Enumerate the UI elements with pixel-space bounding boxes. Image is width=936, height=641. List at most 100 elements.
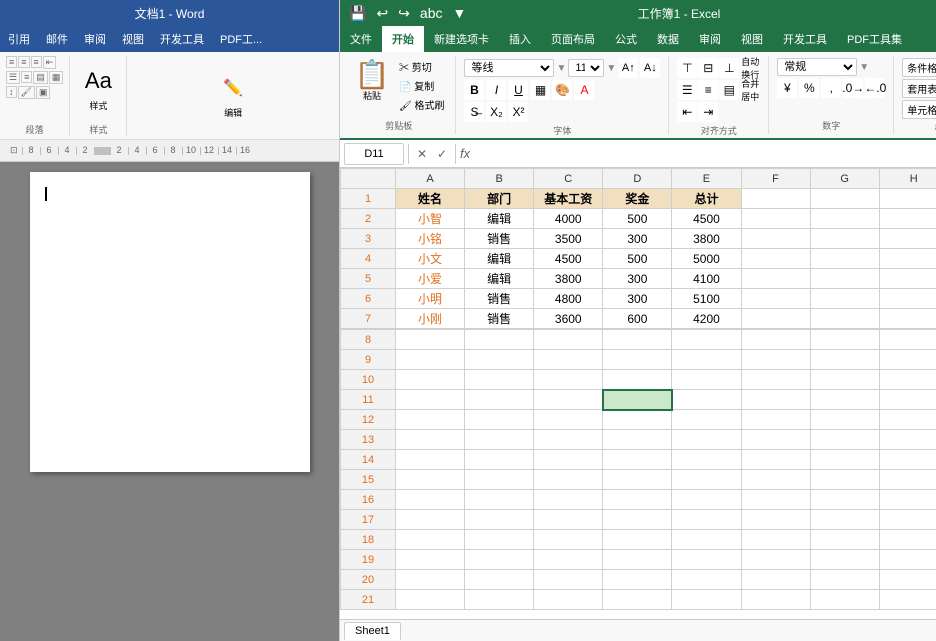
excel-tab-view[interactable]: 视图 [731,26,773,52]
row-header-16[interactable]: 16 [341,490,396,510]
strikethrough-btn[interactable]: S̶ [464,102,484,122]
cell-B13[interactable] [465,430,534,450]
cell-F16[interactable] [741,490,810,510]
cell-D21[interactable] [603,590,672,610]
cell-b3[interactable]: 销售 [465,229,534,249]
merge-btn[interactable]: 合并居中 [740,80,760,100]
cell-b7[interactable]: 销售 [465,309,534,329]
abc-icon[interactable]: abc [417,5,446,21]
excel-tab-data[interactable]: 数据 [647,26,689,52]
cell-g3[interactable] [810,229,879,249]
row-header-15[interactable]: 15 [341,470,396,490]
redo-icon[interactable]: ↪ [395,5,413,22]
italic-button[interactable]: I [486,80,506,100]
cell-H18[interactable] [879,530,936,550]
font-decrease-btn[interactable]: A↓ [640,58,660,78]
cell-f6[interactable] [741,289,810,309]
cell-B14[interactable] [465,450,534,470]
word-edit-btn[interactable]: ✏️ 编辑 [211,67,255,125]
confirm-formula-btn[interactable]: ✓ [433,145,451,163]
cell-F17[interactable] [741,510,810,530]
excel-tab-file[interactable]: 文件 [340,26,382,52]
cell-f5[interactable] [741,269,810,289]
cell-b4[interactable]: 编辑 [465,249,534,269]
qat-dropdown[interactable]: ▼ [449,5,469,21]
word-list-btn3[interactable]: ≡ [31,56,42,68]
cell-H16[interactable] [879,490,936,510]
cell-G10[interactable] [810,370,879,390]
center-align-btn[interactable]: ≡ [698,80,718,100]
cell-b5[interactable]: 编辑 [465,269,534,289]
cell-D12[interactable] [603,410,672,430]
row-header-14[interactable]: 14 [341,450,396,470]
cell-F21[interactable] [741,590,810,610]
excel-tab-pdf[interactable]: PDF工具集 [837,26,912,52]
cell-B9[interactable] [465,350,534,370]
cell-C11[interactable] [534,390,603,410]
save-icon[interactable]: 💾 [346,5,369,22]
cell-c6[interactable]: 4800 [534,289,603,309]
cell-D8[interactable] [603,330,672,350]
cell-H8[interactable] [879,330,936,350]
cell-H21[interactable] [879,590,936,610]
cell-B10[interactable] [465,370,534,390]
cell-G15[interactable] [810,470,879,490]
left-align-btn[interactable]: ☰ [677,80,697,100]
cell-C12[interactable] [534,410,603,430]
cell-B8[interactable] [465,330,534,350]
subscript-btn[interactable]: X₂ [486,102,506,122]
row-header-11[interactable]: 11 [341,390,396,410]
cell-D18[interactable] [603,530,672,550]
cell-c1[interactable]: 基本工资 [534,189,603,209]
cell-g1[interactable] [810,189,879,209]
cell-A17[interactable] [396,510,465,530]
cell-G16[interactable] [810,490,879,510]
cell-D20[interactable] [603,570,672,590]
row-header-8[interactable]: 8 [341,330,396,350]
cell-B17[interactable] [465,510,534,530]
row-header-9[interactable]: 9 [341,350,396,370]
cell-e5[interactable]: 4100 [672,269,741,289]
cell-A18[interactable] [396,530,465,550]
word-align-left[interactable]: ☰ [6,71,20,84]
cell-D10[interactable] [603,370,672,390]
word-list-btn2[interactable]: ≡ [18,56,29,68]
cell-h5[interactable] [879,269,936,289]
cell-G13[interactable] [810,430,879,450]
cell-c7[interactable]: 3600 [534,309,603,329]
currency-btn[interactable]: ¥ [777,78,797,98]
comma-btn[interactable]: , [821,78,841,98]
cell-C18[interactable] [534,530,603,550]
col-header-a[interactable]: A [396,169,465,189]
cell-g7[interactable] [810,309,879,329]
fill-color-btn[interactable]: 🎨 [552,80,572,100]
cell-d6[interactable]: 300 [603,289,672,309]
font-size-dropdown[interactable]: ▼ [606,63,616,74]
cell-F10[interactable] [741,370,810,390]
row-header-19[interactable]: 19 [341,550,396,570]
cell-D9[interactable] [603,350,672,370]
row-header-6[interactable]: 6 [341,289,396,309]
dec-decrease-btn[interactable]: ←.0 [865,78,885,98]
col-header-f[interactable]: F [741,169,810,189]
bold-button[interactable]: B [464,80,484,100]
excel-tab-home[interactable]: 开始 [382,26,424,52]
col-header-d[interactable]: D [603,169,672,189]
cell-B16[interactable] [465,490,534,510]
cell-H14[interactable] [879,450,936,470]
conditional-format-btn[interactable]: 条件格式 ▼ [902,58,936,77]
cell-d7[interactable]: 600 [603,309,672,329]
row-header-10[interactable]: 10 [341,370,396,390]
cell-D16[interactable] [603,490,672,510]
cell-H9[interactable] [879,350,936,370]
col-header-e[interactable]: E [672,169,741,189]
cell-d4[interactable]: 500 [603,249,672,269]
cell-F13[interactable] [741,430,810,450]
excel-tab-new[interactable]: 新建选项卡 [424,26,499,52]
cell-E15[interactable] [672,470,741,490]
cell-f3[interactable] [741,229,810,249]
cell-A15[interactable] [396,470,465,490]
excel-tab-dev[interactable]: 开发工具 [773,26,837,52]
cell-C19[interactable] [534,550,603,570]
cell-H15[interactable] [879,470,936,490]
